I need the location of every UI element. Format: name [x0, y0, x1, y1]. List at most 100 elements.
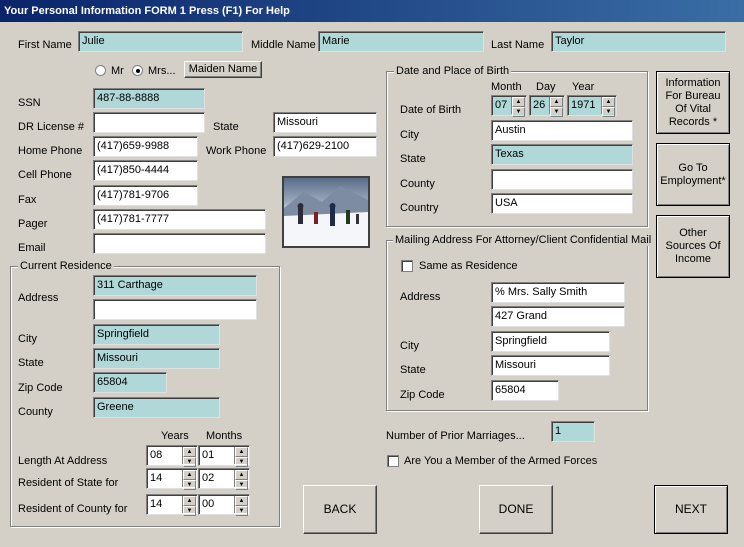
- pager-label: Pager: [18, 218, 48, 230]
- fax-label: Fax: [18, 194, 37, 206]
- done-button[interactable]: DONE: [479, 485, 553, 534]
- mailing-city-label: City: [400, 340, 419, 352]
- next-button[interactable]: NEXT: [654, 485, 728, 534]
- residence-county-label: County: [18, 406, 53, 418]
- spin-down-icon[interactable]: ▼: [235, 506, 248, 516]
- mailing-address2-input[interactable]: 427 Grand: [491, 306, 625, 327]
- prior-marriages-input[interactable]: 1: [551, 421, 595, 442]
- spin-up-icon[interactable]: ▲: [183, 496, 196, 506]
- years-header: Years: [161, 430, 189, 442]
- length-at-address-label: Length At Address: [18, 455, 108, 467]
- email-label: Email: [18, 242, 46, 254]
- vital-records-button[interactable]: Information For Bureau Of Vital Records …: [656, 71, 730, 134]
- birth-state-input[interactable]: Texas: [491, 144, 633, 165]
- length-months-spinner[interactable]: ▲ ▼: [234, 447, 248, 467]
- skiing-photo-icon: [282, 176, 370, 248]
- mr-radio[interactable]: [95, 65, 106, 76]
- resident-state-years-spinner[interactable]: ▲ ▼: [182, 470, 196, 490]
- spin-up-icon[interactable]: ▲: [235, 470, 248, 480]
- spin-up-icon[interactable]: ▲: [183, 470, 196, 480]
- armed-forces-label: Are You a Member of the Armed Forces: [404, 455, 598, 467]
- birth-country-label: Country: [400, 202, 439, 214]
- birth-month-spinner[interactable]: ▲ ▼: [511, 97, 525, 117]
- spin-up-icon[interactable]: ▲: [235, 496, 248, 506]
- resident-county-label: Resident of County for: [18, 503, 128, 515]
- maiden-name-button[interactable]: Maiden Name: [184, 61, 262, 78]
- mailing-state-input[interactable]: Missouri: [491, 355, 610, 376]
- dob-label: Date of Birth: [400, 104, 462, 116]
- armed-forces-checkbox[interactable]: [387, 455, 399, 467]
- spin-down-icon[interactable]: ▼: [183, 457, 196, 467]
- birth-group-title: Date and Place of Birth: [394, 65, 512, 77]
- fax-input[interactable]: (417)781-9706: [93, 185, 198, 206]
- other-income-button[interactable]: Other Sources Of Income: [656, 215, 730, 278]
- middle-name-input[interactable]: Marie: [318, 31, 484, 52]
- residence-address1-input[interactable]: 311 Carthage: [93, 275, 257, 296]
- same-as-residence-label: Same as Residence: [419, 260, 518, 272]
- dr-license-label: DR License #: [18, 121, 85, 133]
- mailing-address1-input[interactable]: % Mrs. Sally Smith: [491, 282, 625, 303]
- birth-day-header: Day: [536, 81, 556, 93]
- email-input[interactable]: [93, 233, 266, 254]
- mr-radio-label: Mr: [111, 65, 124, 77]
- mrs-radio[interactable]: [132, 65, 143, 76]
- birth-county-input[interactable]: [491, 169, 633, 190]
- spin-down-icon[interactable]: ▼: [550, 107, 563, 117]
- same-as-residence-checkbox[interactable]: [401, 260, 413, 272]
- residence-county-input[interactable]: Greene: [93, 397, 220, 418]
- residence-zip-input[interactable]: 65804: [93, 372, 167, 393]
- spin-down-icon[interactable]: ▼: [512, 107, 525, 117]
- mailing-group-title: Mailing Address For Attorney/Client Conf…: [393, 234, 654, 246]
- spin-up-icon[interactable]: ▲: [602, 97, 615, 107]
- residence-state-input[interactable]: Missouri: [93, 348, 220, 369]
- birth-city-label: City: [400, 129, 419, 141]
- back-button[interactable]: BACK: [303, 485, 377, 534]
- home-phone-label: Home Phone: [18, 145, 83, 157]
- residence-city-input[interactable]: Springfield: [93, 324, 220, 345]
- spin-up-icon[interactable]: ▲: [183, 447, 196, 457]
- resident-state-months-spinner[interactable]: ▲ ▼: [234, 470, 248, 490]
- employment-button[interactable]: Go To Employment*: [656, 143, 730, 206]
- ssn-input[interactable]: 487-88-8888: [93, 88, 205, 109]
- birth-country-input[interactable]: USA: [491, 193, 633, 214]
- license-state-input[interactable]: Missouri: [273, 112, 377, 133]
- birth-year-spinner[interactable]: ▲ ▼: [601, 97, 615, 117]
- ssn-label: SSN: [18, 97, 41, 109]
- mailing-zip-input[interactable]: 65804: [491, 380, 559, 401]
- license-state-label: State: [213, 121, 239, 133]
- birth-county-label: County: [400, 178, 435, 190]
- spin-up-icon[interactable]: ▲: [512, 97, 525, 107]
- birth-year-header: Year: [572, 81, 595, 93]
- last-name-input[interactable]: Taylor: [551, 31, 726, 52]
- pager-input[interactable]: (417)781-7777: [93, 209, 266, 230]
- cell-phone-input[interactable]: (417)850-4444: [93, 160, 198, 181]
- first-name-label: First Name: [18, 39, 72, 51]
- skiers-illustration: [284, 186, 368, 246]
- birth-month-header: Month: [491, 81, 522, 93]
- residence-city-label: City: [18, 333, 37, 345]
- months-header: Months: [206, 430, 243, 442]
- mailing-address-label: Address: [400, 291, 441, 303]
- current-residence-title: Current Residence: [18, 260, 114, 272]
- birth-day-spinner[interactable]: ▲ ▼: [549, 97, 563, 117]
- length-years-spinner[interactable]: ▲ ▼: [182, 447, 196, 467]
- spin-up-icon[interactable]: ▲: [550, 97, 563, 107]
- spin-down-icon[interactable]: ▼: [183, 480, 196, 490]
- work-phone-input[interactable]: (417)629-2100: [273, 136, 377, 157]
- mailing-zip-label: Zip Code: [400, 389, 445, 401]
- spin-down-icon[interactable]: ▼: [235, 480, 248, 490]
- resident-county-years-spinner[interactable]: ▲ ▼: [182, 496, 196, 516]
- residence-zip-label: Zip Code: [18, 382, 63, 394]
- residence-address2-input[interactable]: [93, 299, 257, 320]
- first-name-input[interactable]: Julie: [78, 31, 243, 52]
- spin-down-icon[interactable]: ▼: [183, 506, 196, 516]
- home-phone-input[interactable]: (417)659-9988: [93, 136, 198, 157]
- spin-down-icon[interactable]: ▼: [602, 107, 615, 117]
- spin-down-icon[interactable]: ▼: [235, 457, 248, 467]
- resident-county-months-spinner[interactable]: ▲ ▼: [234, 496, 248, 516]
- spin-up-icon[interactable]: ▲: [235, 447, 248, 457]
- dr-license-input[interactable]: [93, 112, 205, 133]
- birth-city-input[interactable]: Austin: [491, 120, 633, 141]
- mailing-city-input[interactable]: Springfield: [491, 331, 610, 352]
- mailing-state-label: State: [400, 364, 426, 376]
